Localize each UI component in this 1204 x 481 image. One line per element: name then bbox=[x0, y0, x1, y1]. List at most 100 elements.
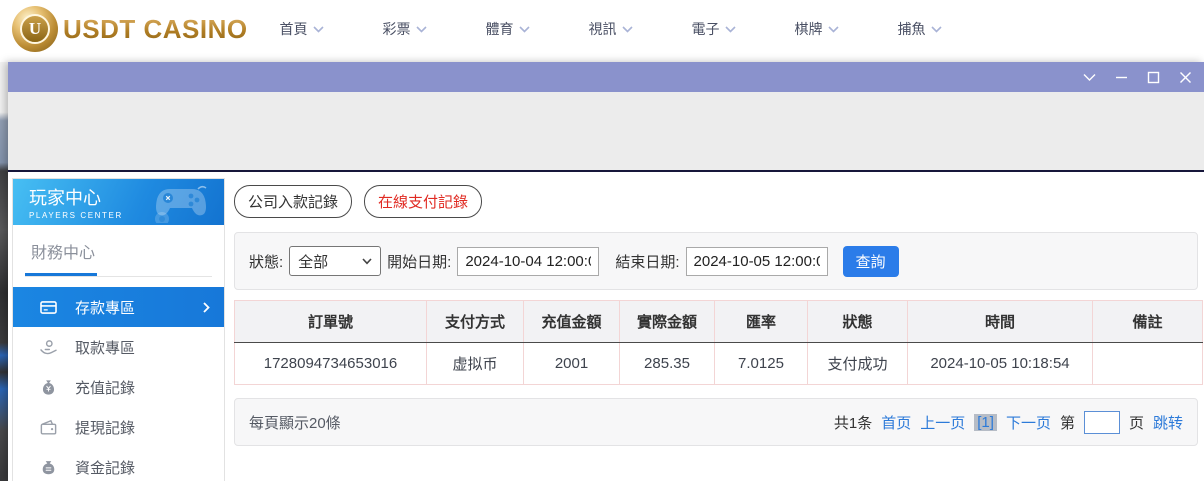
col-pay-method: 支付方式 bbox=[427, 301, 524, 343]
page-backdrop-strip bbox=[0, 62, 8, 481]
nav-item-label: 視訊 bbox=[589, 19, 617, 39]
status-select-value: 全部 bbox=[298, 251, 328, 272]
col-recharge-amount: 充值金額 bbox=[524, 301, 620, 343]
end-date-input[interactable] bbox=[686, 247, 828, 276]
nav-item-label: 捕魚 bbox=[898, 19, 926, 39]
pagination-controls: 共1条 首页 上一页 [1] 下一页 第 页 跳转 bbox=[834, 411, 1183, 434]
withdrawal-wallet-icon bbox=[39, 418, 58, 437]
sidebar-item-deposit[interactable]: 存款專區 bbox=[13, 287, 224, 327]
cell-pay-method: 虚拟币 bbox=[427, 343, 524, 385]
nav-item-lottery[interactable]: 彩票 bbox=[353, 19, 456, 39]
col-order-no: 訂單號 bbox=[235, 301, 427, 343]
jump-suffix-label: 页 bbox=[1129, 412, 1144, 433]
logo-text: USDT CASINO bbox=[63, 14, 248, 45]
sidebar-header: 玩家中心 PLAYERS CENTER bbox=[13, 179, 224, 225]
start-date-label: 開始日期: bbox=[387, 251, 451, 272]
cell-time: 2024-10-05 10:18:54 bbox=[908, 343, 1093, 385]
status-label: 狀態: bbox=[249, 251, 283, 272]
sidebar-section-title: 財務中心 bbox=[13, 225, 224, 263]
records-table-wrap: 訂單號 支付方式 充值金額 實際金額 匯率 狀態 時間 備註 172809473… bbox=[234, 300, 1202, 385]
funds-record-icon bbox=[39, 458, 58, 477]
jump-prefix-label: 第 bbox=[1060, 412, 1075, 433]
sidebar-item-label: 存款專區 bbox=[75, 297, 135, 318]
nav-item-label: 體育 bbox=[486, 19, 514, 39]
cell-status: 支付成功 bbox=[808, 343, 908, 385]
jump-button[interactable]: 跳转 bbox=[1153, 412, 1183, 433]
chevron-down-icon bbox=[362, 258, 372, 265]
tab-online-payment-records[interactable]: 在線支付記錄 bbox=[364, 185, 482, 218]
nav-item-sports[interactable]: 體育 bbox=[456, 19, 559, 39]
table-row: 1728094734653016 虚拟币 2001 285.35 7.0125 … bbox=[235, 343, 1203, 385]
window-minimize-icon[interactable] bbox=[1114, 70, 1128, 84]
cell-order-no: 1728094734653016 bbox=[235, 343, 427, 385]
gamepad-icon bbox=[132, 183, 218, 223]
table-header-row: 訂單號 支付方式 充值金額 實際金額 匯率 狀態 時間 備註 bbox=[235, 301, 1203, 343]
nav-item-live[interactable]: 視訊 bbox=[559, 19, 662, 39]
col-status: 狀態 bbox=[808, 301, 908, 343]
chevron-down-icon bbox=[828, 26, 839, 33]
site-top-nav: U USDT CASINO 首頁 彩票 體育 視訊 電子 棋牌 捕魚 bbox=[0, 0, 1204, 58]
page-size-text: 每頁顯示20條 bbox=[249, 412, 341, 433]
end-date-label: 結束日期: bbox=[615, 251, 679, 272]
sidebar-item-withdraw[interactable]: 取款專區 bbox=[13, 327, 224, 367]
recharge-moneybag-icon bbox=[39, 378, 58, 397]
total-count-text: 共1条 bbox=[834, 412, 872, 433]
next-page-link[interactable]: 下一页 bbox=[1006, 412, 1051, 433]
jump-page-input[interactable] bbox=[1084, 411, 1120, 434]
sidebar-item-label: 取款專區 bbox=[75, 337, 135, 358]
site-logo[interactable]: U USDT CASINO bbox=[12, 6, 248, 52]
pagination-bar: 每頁顯示20條 共1条 首页 上一页 [1] 下一页 第 页 跳转 bbox=[234, 398, 1198, 446]
window-titlebar[interactable] bbox=[8, 62, 1204, 92]
window-maximize-icon[interactable] bbox=[1146, 70, 1160, 84]
nav-item-label: 電子 bbox=[692, 19, 720, 39]
record-tabs: 公司入款記錄 在線支付記錄 bbox=[234, 185, 482, 218]
cell-recharge-amount: 2001 bbox=[524, 343, 620, 385]
sidebar-item-recharge-records[interactable]: 充值記錄 bbox=[13, 367, 224, 407]
search-button[interactable]: 查詢 bbox=[843, 246, 899, 277]
prev-page-link[interactable]: 上一页 bbox=[920, 412, 965, 433]
deposit-card-icon bbox=[39, 298, 58, 317]
col-remark: 備註 bbox=[1093, 301, 1203, 343]
tab-company-deposit-records[interactable]: 公司入款記錄 bbox=[234, 185, 352, 218]
nav-item-fishing[interactable]: 捕魚 bbox=[868, 19, 971, 39]
cell-actual-amount: 285.35 bbox=[620, 343, 715, 385]
records-table: 訂單號 支付方式 充值金額 實際金額 匯率 狀態 時間 備註 172809473… bbox=[234, 300, 1203, 385]
withdraw-hand-icon bbox=[39, 338, 58, 357]
cell-exchange-rate: 7.0125 bbox=[715, 343, 808, 385]
window-collapse-icon[interactable] bbox=[1082, 70, 1096, 84]
main-menu: 首頁 彩票 體育 視訊 電子 棋牌 捕魚 bbox=[250, 0, 971, 58]
chevron-down-icon bbox=[313, 26, 324, 33]
player-center-sidebar: 玩家中心 PLAYERS CENTER 財務中心 bbox=[12, 178, 225, 481]
sidebar-item-label: 提現記錄 bbox=[75, 417, 135, 438]
content-frame: 玩家中心 PLAYERS CENTER 財務中心 bbox=[8, 170, 1204, 481]
nav-item-home[interactable]: 首頁 bbox=[250, 19, 353, 39]
status-select[interactable]: 全部 bbox=[289, 246, 381, 276]
sidebar-item-label: 資金記錄 bbox=[75, 457, 135, 478]
sidebar-item-label: 充值記錄 bbox=[75, 377, 135, 398]
player-center-window: 玩家中心 PLAYERS CENTER 財務中心 bbox=[8, 62, 1204, 481]
sidebar-item-funds-records[interactable]: 資金記錄 bbox=[13, 447, 224, 481]
logo-letter: U bbox=[20, 14, 50, 44]
col-actual-amount: 實際金額 bbox=[620, 301, 715, 343]
nav-item-label: 彩票 bbox=[383, 19, 411, 39]
chevron-down-icon bbox=[725, 26, 736, 33]
sidebar-menu: 存款專區 取款專區 充值記錄 bbox=[13, 287, 224, 481]
nav-item-label: 首頁 bbox=[280, 19, 308, 39]
sidebar-item-withdrawal-records[interactable]: 提現記錄 bbox=[13, 407, 224, 447]
first-page-link[interactable]: 首页 bbox=[881, 412, 911, 433]
filter-panel: 狀態: 全部 開始日期: 結束日期: 查詢 bbox=[234, 232, 1198, 290]
chevron-right-icon bbox=[203, 302, 210, 313]
chevron-down-icon bbox=[622, 26, 633, 33]
chevron-down-icon bbox=[519, 26, 530, 33]
nav-item-label: 棋牌 bbox=[795, 19, 823, 39]
window-close-icon[interactable] bbox=[1178, 70, 1192, 84]
nav-item-cards[interactable]: 棋牌 bbox=[765, 19, 868, 39]
chevron-down-icon bbox=[416, 26, 427, 33]
sidebar-section-underline bbox=[25, 273, 212, 277]
logo-coin-icon: U bbox=[12, 6, 58, 52]
start-date-input[interactable] bbox=[457, 247, 599, 276]
chevron-down-icon bbox=[931, 26, 942, 33]
nav-item-slots[interactable]: 電子 bbox=[662, 19, 765, 39]
cell-remark bbox=[1093, 343, 1203, 385]
col-exchange-rate: 匯率 bbox=[715, 301, 808, 343]
